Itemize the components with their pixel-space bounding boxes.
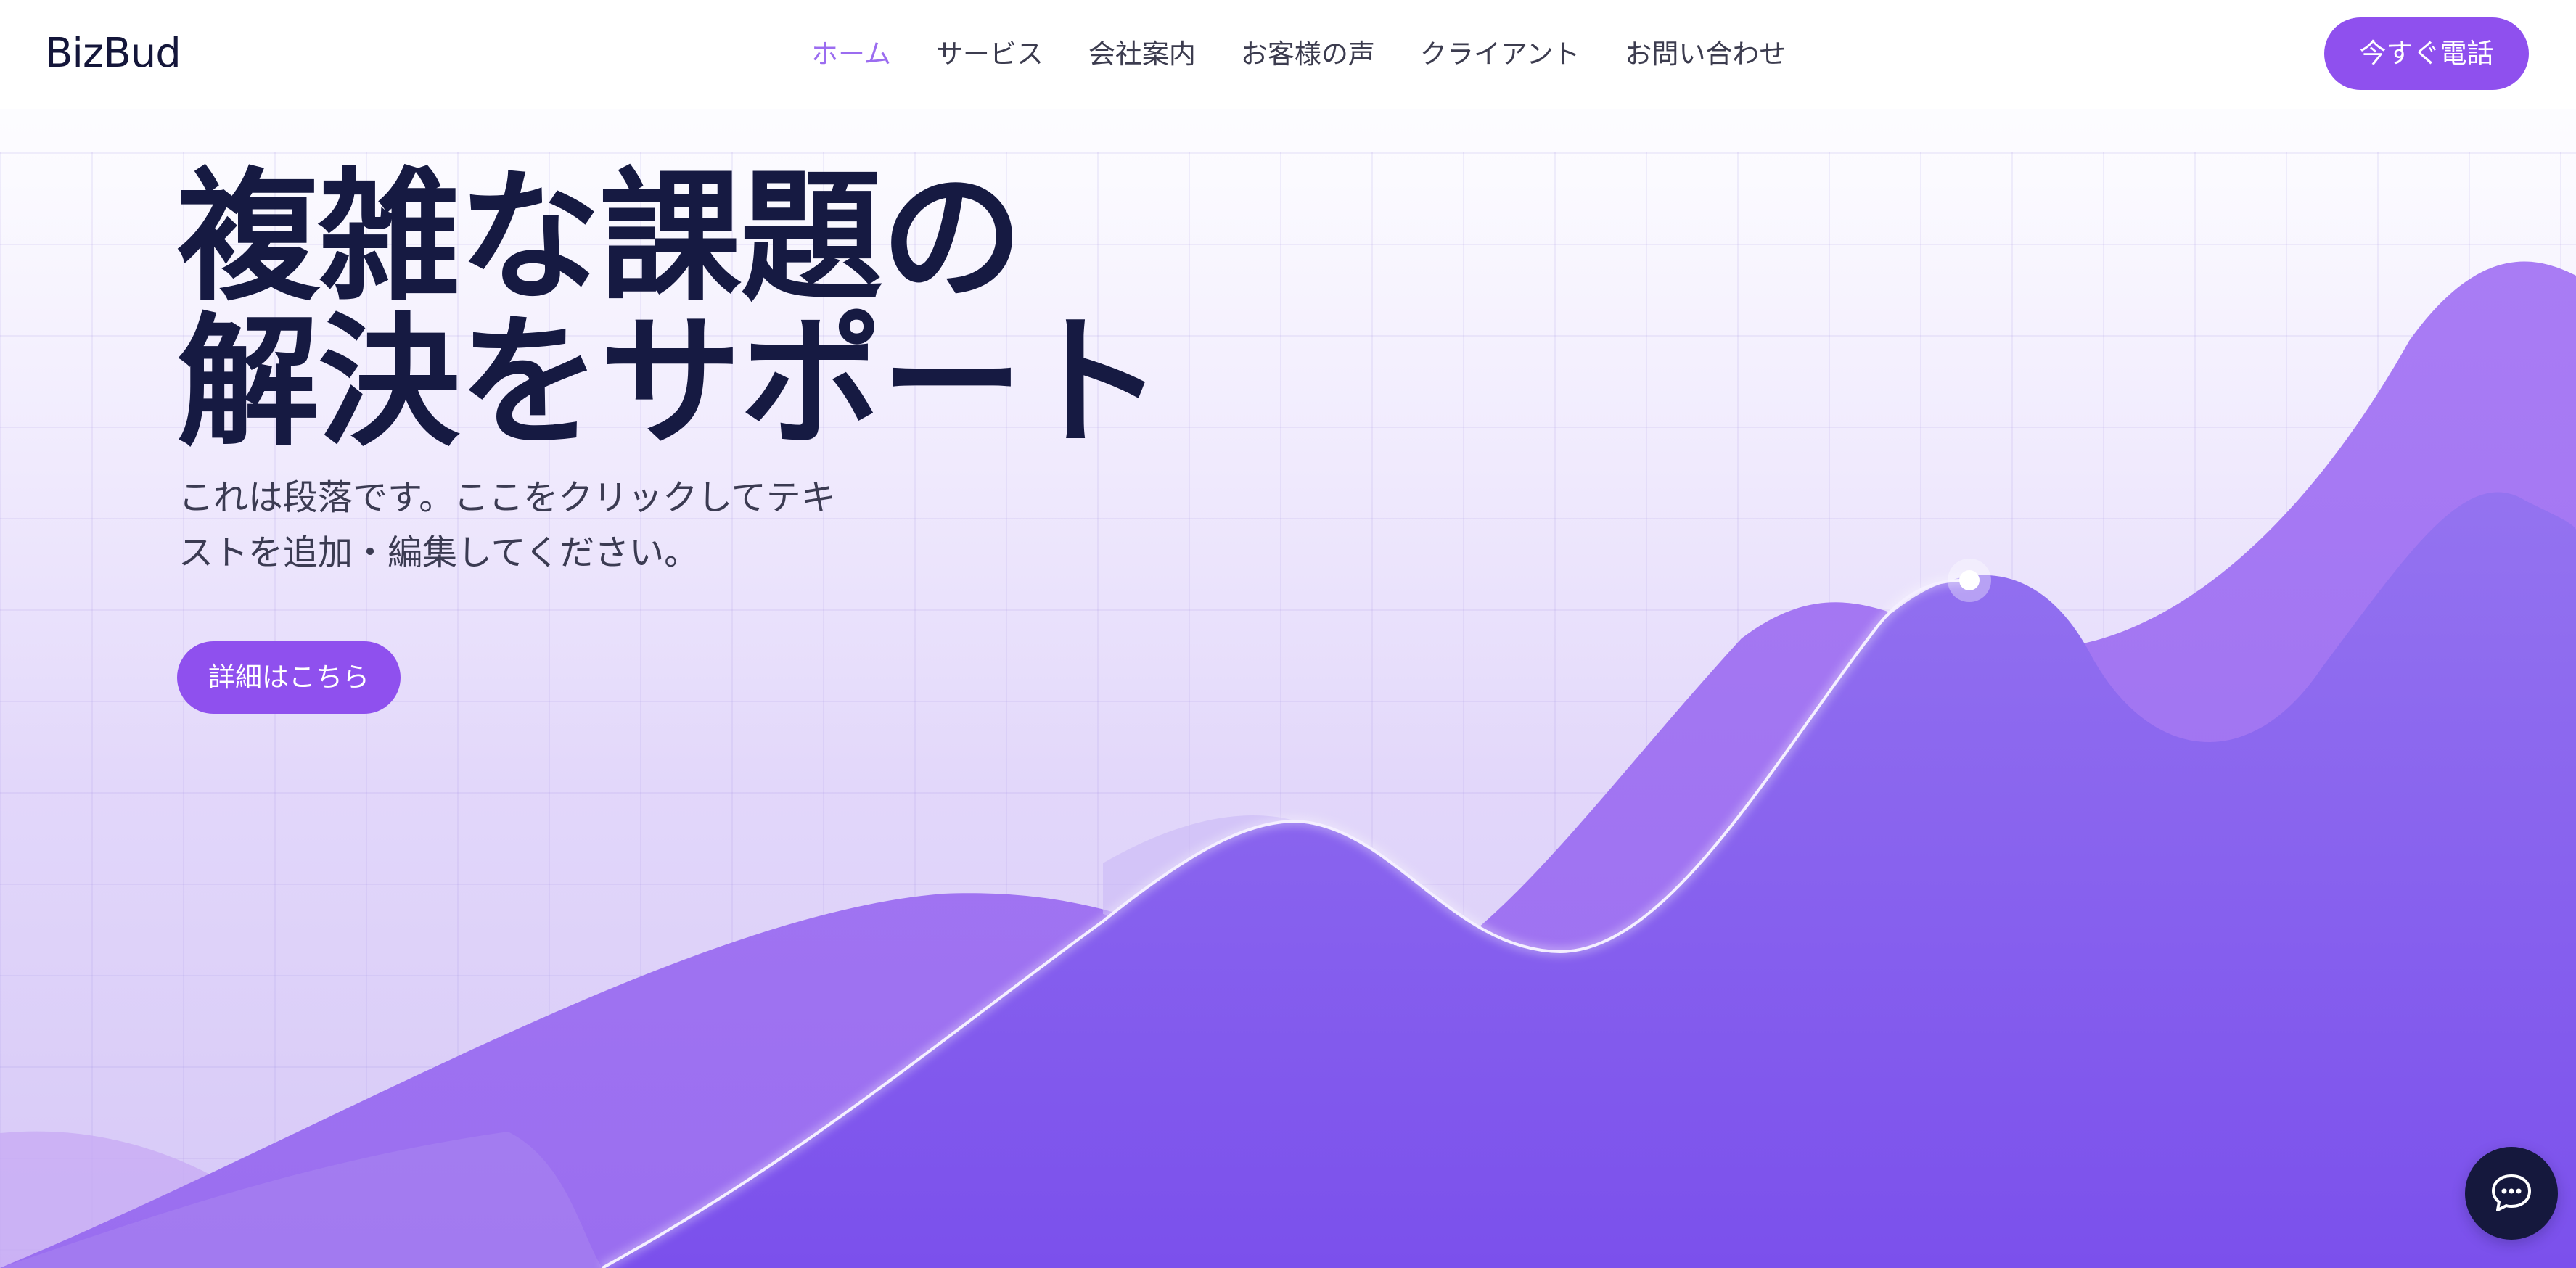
site-header: BizBud ホーム サービス 会社案内 お客様の声 クライアント お問い合わせ… [0, 0, 2576, 109]
learn-more-button[interactable]: 詳細はこちら [177, 641, 401, 714]
call-now-button[interactable]: 今すぐ電話 [2324, 17, 2529, 90]
hero-paragraph-line-1: これは段落です。ここをクリックしてテキ [179, 477, 836, 518]
nav-item-about[interactable]: 会社案内 [1088, 35, 1196, 74]
brand-logo[interactable]: BizBud [45, 28, 181, 80]
nav-item-services[interactable]: サービス [936, 35, 1043, 74]
nav-item-contact[interactable]: お問い合わせ [1625, 35, 1786, 74]
hero-title-line-1: 複雑な課題の [177, 155, 1023, 321]
chat-button[interactable] [2465, 1147, 2558, 1240]
nav-item-clients[interactable]: クライアント [1420, 35, 1580, 74]
nav-item-testimonials[interactable]: お客様の声 [1241, 35, 1375, 74]
hero-content: 複雑な課題の 解決をサポート これは段落です。ここをクリックしてテキ ストを追加… [177, 155, 1164, 580]
hero-title: 複雑な課題の 解決をサポート [177, 155, 1164, 466]
peak-marker [1959, 570, 1980, 590]
main-nav: ホーム サービス 会社案内 お客様の声 クライアント お問い合わせ [811, 35, 1786, 74]
chat-bubble-icon [2492, 1174, 2531, 1211]
hero-title-line-2: 解決をサポート [177, 300, 1164, 466]
hero-paragraph: これは段落です。ここをクリックしてテキ ストを追加・編集してください。 [179, 470, 1162, 580]
hero-paragraph-line-2: ストを追加・編集してください。 [179, 532, 700, 573]
nav-item-home[interactable]: ホーム [811, 35, 891, 74]
